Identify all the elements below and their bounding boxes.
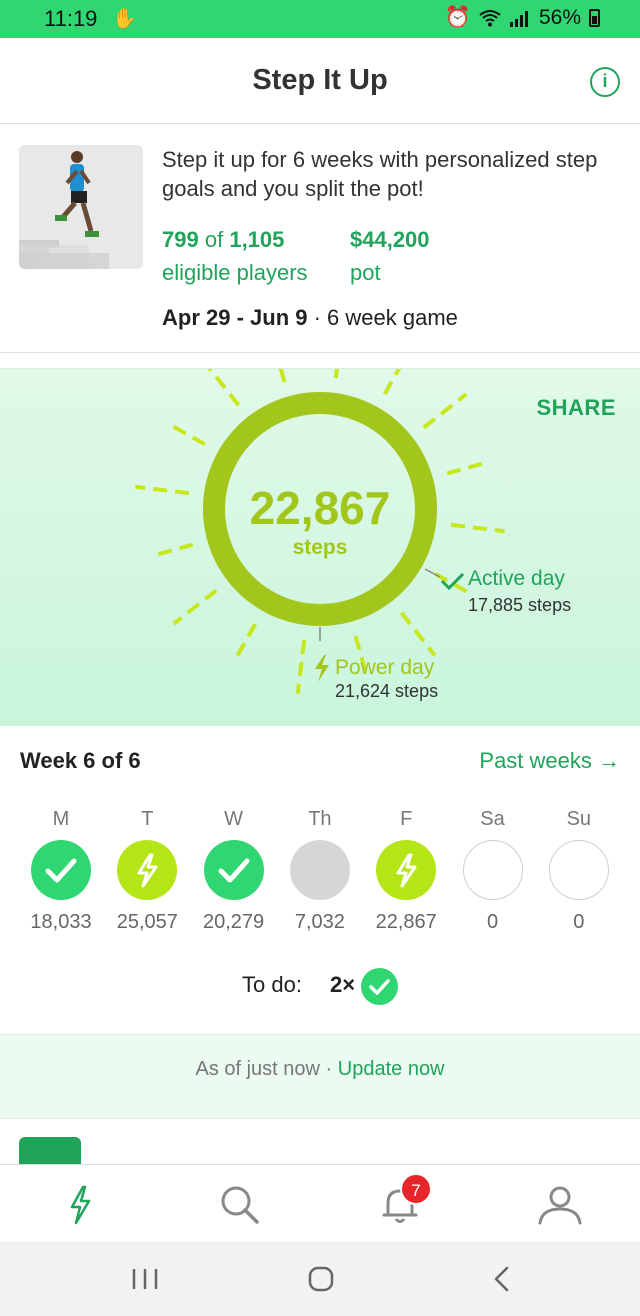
sun-ray xyxy=(278,369,287,383)
game-dates: Apr 29 - Jun 9 · 6 week game xyxy=(162,305,458,331)
todo-count: 2× xyxy=(330,972,356,997)
sun-ray xyxy=(333,369,339,379)
day-steps: 0 xyxy=(486,911,499,933)
active-day-steps: 17,885 steps xyxy=(468,595,572,615)
status-time: 11:19 xyxy=(44,6,98,31)
date-range: Apr 29 - Jun 9 xyxy=(162,305,308,330)
sun-ray xyxy=(233,623,257,660)
day-status-circle[interactable] xyxy=(548,840,609,900)
game-photo xyxy=(19,145,143,269)
day-steps: 25,057 xyxy=(116,911,178,933)
active-day-check-icon[interactable] xyxy=(31,840,91,900)
power-day-bolt-icon[interactable] xyxy=(117,840,178,900)
active-day-label: Active day xyxy=(468,567,565,590)
home-icon[interactable] xyxy=(307,1265,335,1293)
day-label: W xyxy=(224,808,244,830)
page-title: Step It Up xyxy=(252,64,388,96)
pot-stat: $44,200 pot xyxy=(350,223,430,289)
notification-badge[interactable]: 7 xyxy=(400,1173,432,1205)
sun-ray xyxy=(446,460,487,476)
day-steps: 18,033 xyxy=(30,911,92,933)
active-day-check-icon[interactable] xyxy=(203,840,264,900)
sun-ray xyxy=(383,369,402,395)
day-label: M xyxy=(52,808,70,830)
sun-ray xyxy=(422,392,468,430)
profile-icon[interactable] xyxy=(532,1177,588,1233)
sun-ray xyxy=(135,484,190,496)
search-icon[interactable] xyxy=(212,1177,268,1233)
next-card-peek xyxy=(0,1118,640,1177)
games-bolt-icon[interactable] xyxy=(52,1177,108,1233)
system-nav-bar xyxy=(0,1242,640,1316)
sun-ray xyxy=(450,522,505,534)
todo-label: To do: xyxy=(242,972,302,997)
day-label: T xyxy=(141,808,154,830)
players-joined: 799 xyxy=(162,227,199,252)
game-info-card: Step it up for 6 weeks with personalized… xyxy=(0,125,640,353)
day-steps: 20,279 xyxy=(203,911,265,933)
day-steps: 0 xyxy=(573,911,585,933)
alarm-icon: ⏰ xyxy=(444,6,471,29)
sun-ray xyxy=(295,639,307,694)
update-bar: As of just now · Update now xyxy=(0,1034,640,1118)
today-progress-section: SHARE 22,867 steps Active day 17,885 ste… xyxy=(0,368,640,726)
power-day-steps: 21,624 steps xyxy=(335,681,439,701)
power-day-bolt-icon[interactable] xyxy=(376,840,437,900)
players-of: of xyxy=(204,227,224,252)
back-icon[interactable] xyxy=(490,1265,514,1293)
game-duration: 6 week game xyxy=(327,305,458,330)
share-button[interactable]: SHARE xyxy=(536,395,616,421)
bottom-nav: 7 xyxy=(0,1164,640,1242)
sun-ray xyxy=(172,588,218,626)
todo-check-icon xyxy=(361,968,398,1005)
info-icon[interactable]: i xyxy=(590,67,620,97)
update-now-link[interactable]: Update now xyxy=(338,1058,445,1080)
week-title: Week 6 of 6 xyxy=(20,748,141,773)
day-steps: 7,032 xyxy=(294,911,345,933)
today-steps: 22,867 xyxy=(249,482,391,534)
power-bolt-icon xyxy=(315,655,329,682)
day-status-circle[interactable] xyxy=(462,840,523,900)
day-label: Th xyxy=(308,808,332,830)
day-steps: 22,867 xyxy=(375,911,437,933)
day-label: F xyxy=(400,808,413,830)
battery-percent: 56% xyxy=(538,6,581,29)
today-steps-label: steps xyxy=(292,536,348,559)
day-label: Su xyxy=(566,808,592,830)
game-description: Step it up for 6 weeks with personalized… xyxy=(162,147,598,201)
players-total: 1,105 xyxy=(229,227,285,252)
wifi-icon xyxy=(479,10,501,27)
battery-icon xyxy=(589,9,600,27)
pot-label: pot xyxy=(350,260,381,285)
pot-amount: $44,200 xyxy=(350,227,430,252)
sun-ray xyxy=(153,542,194,558)
recents-icon[interactable] xyxy=(130,1266,160,1292)
signal-icon xyxy=(509,11,528,27)
players-label: eligible players xyxy=(162,260,308,285)
day-label: Sa xyxy=(480,808,505,830)
sun-ray xyxy=(169,422,206,446)
sun-ray xyxy=(207,369,241,407)
app-header: Step It Up i xyxy=(0,38,640,124)
status-bar: 11:19 ✋ ⏰ 56% xyxy=(0,0,640,38)
notification-app-icon: ✋ xyxy=(112,8,137,30)
day-status-circle[interactable] xyxy=(289,840,350,900)
sun-ray xyxy=(399,611,437,657)
past-weeks-link[interactable]: Past weeks → xyxy=(479,748,620,774)
power-day-label: Power day xyxy=(335,656,435,679)
date-separator: · xyxy=(307,305,328,330)
as-of-text: As of just now · xyxy=(195,1058,338,1080)
players-stat: 799 of 1,105 eligible players xyxy=(162,223,308,289)
status-right: ⏰ 56% xyxy=(445,6,600,30)
